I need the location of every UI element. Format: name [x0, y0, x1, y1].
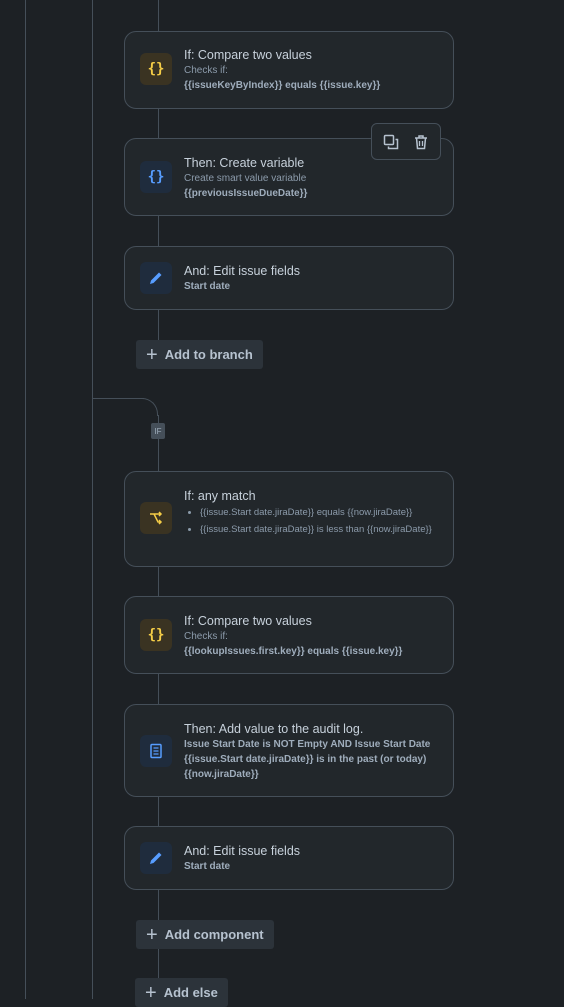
branch-rail	[92, 0, 93, 999]
flow-line	[158, 108, 159, 139]
delete-button[interactable]	[409, 130, 433, 154]
audit-log-card[interactable]: Then: Add value to the audit log. Issue …	[124, 704, 454, 797]
card-subtitle: Checks if:	[184, 631, 228, 642]
curly-braces-icon: {}	[140, 161, 172, 193]
condition-item: {{issue.Start date.jiraDate}} equals {{n…	[200, 506, 441, 520]
compare-values-card[interactable]: {} If: Compare two values Checks if: {{i…	[124, 31, 454, 109]
card-detail: {{previousIssueDueDate}}	[184, 188, 308, 199]
plus-icon: +	[146, 343, 158, 366]
card-title: And: Edit issue fields	[184, 844, 301, 858]
curly-braces-icon: {}	[140, 53, 172, 85]
button-label: Add to branch	[164, 347, 253, 362]
card-title: If: Compare two values	[184, 48, 312, 62]
pencil-icon	[140, 262, 172, 294]
card-title: Then: Add value to the audit log.	[184, 722, 364, 736]
add-to-branch-button[interactable]: + Add to branch	[136, 340, 263, 369]
button-label: Add else	[163, 985, 218, 1000]
if-label: IF	[151, 423, 165, 439]
document-icon	[140, 735, 172, 767]
outer-rail	[25, 0, 26, 999]
add-else-button[interactable]: + Add else	[135, 978, 228, 1007]
card-title: If: any match	[184, 489, 256, 503]
edit-issue-fields-card[interactable]: And: Edit issue fields Start date	[124, 826, 454, 890]
card-detail: {{lookupIssues.first.key}} equals {{issu…	[184, 646, 403, 657]
card-detail: Start date	[184, 281, 231, 292]
curly-braces-icon: {}	[140, 619, 172, 651]
card-title: If: Compare two values	[184, 614, 312, 628]
any-match-card[interactable]: If: any match {{issue.Start date.jiraDat…	[124, 471, 454, 567]
card-subtitle: Checks if:	[184, 65, 228, 76]
add-component-button[interactable]: + Add component	[136, 920, 274, 949]
flow-line	[158, 309, 159, 341]
condition-item: {{issue.Start date.jiraDate}} is less th…	[200, 523, 441, 537]
plus-icon: +	[145, 981, 157, 1004]
compare-values-card[interactable]: {} If: Compare two values Checks if: {{l…	[124, 596, 454, 674]
flow-line	[158, 215, 159, 246]
flow-line	[158, 673, 159, 705]
copy-icon	[383, 134, 399, 149]
card-detail: {{issueKeyByIndex}} equals {{issue.key}}	[184, 80, 381, 91]
edit-issue-fields-card[interactable]: And: Edit issue fields Start date	[124, 246, 454, 310]
card-detail: Issue Start Date is NOT Empty AND Issue …	[184, 739, 431, 780]
card-title: And: Edit issue fields	[184, 264, 301, 278]
card-toolbar	[371, 123, 441, 160]
branch-connector	[92, 398, 144, 399]
flow-line	[158, 796, 159, 827]
card-subtitle: Create smart value variable	[184, 173, 307, 184]
pencil-icon	[140, 842, 172, 874]
flow-line	[158, 0, 159, 32]
branch-curve	[140, 398, 158, 416]
card-detail: Start date	[184, 861, 231, 872]
branch-icon	[140, 502, 172, 534]
flow-line	[158, 566, 159, 597]
trash-icon	[415, 134, 427, 149]
condition-list: {{issue.Start date.jiraDate}} equals {{n…	[184, 506, 441, 537]
duplicate-button[interactable]	[379, 130, 403, 154]
button-label: Add component	[164, 927, 264, 942]
plus-icon: +	[146, 923, 158, 946]
